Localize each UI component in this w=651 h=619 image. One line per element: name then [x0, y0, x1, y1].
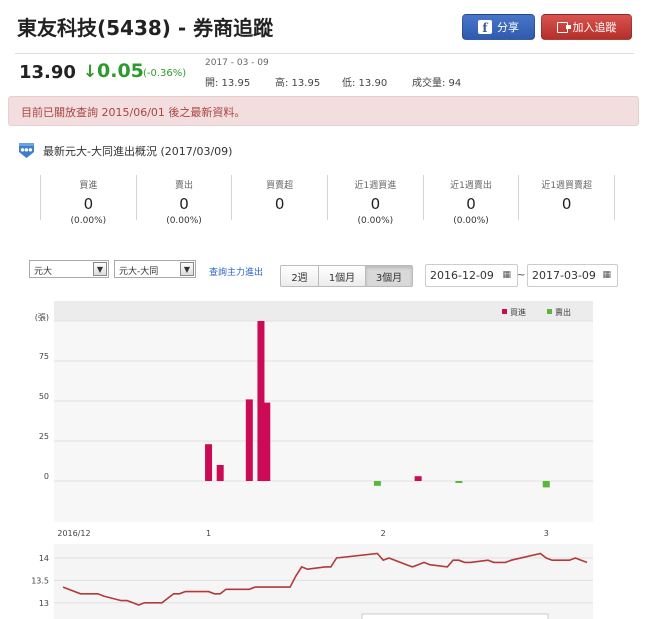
add-watch-icon — [556, 21, 571, 33]
stat-week-net: 近1週買賣超 0 — [518, 175, 616, 220]
page-title: 東友科技(5438) - 券商追蹤 — [17, 16, 274, 40]
bar-mark — [257, 321, 265, 481]
range-navigator-handle — [361, 613, 549, 619]
price-y-tick-label: 13.5 — [31, 576, 49, 585]
y-tick-label: 25 — [39, 432, 49, 441]
calendar-icon[interactable]: ▦ — [502, 270, 511, 280]
date-to-input[interactable]: 2017-03-09 ▦ — [527, 264, 618, 287]
branch-select-value: 元大-大同 — [119, 267, 159, 277]
facebook-icon: f — [478, 20, 492, 34]
bar-mark — [205, 444, 213, 481]
stat-value: 0 — [466, 195, 476, 213]
quote-date: 2017 - 03 - 09 — [205, 58, 269, 68]
section-title: 最新元大-大同進出概況 (2017/03/09) — [43, 145, 233, 158]
notice-text: 目前已關放查詢 2015/06/01 後之最新資料。 — [21, 106, 246, 119]
chevron-down-icon: ▼ — [180, 262, 194, 276]
range-2-weeks[interactable]: 2週 — [281, 266, 319, 286]
stat-percent: (0.00%) — [357, 216, 394, 226]
stat-value: 0 — [561, 195, 572, 213]
stock-price: 13.90 — [19, 62, 76, 83]
stat-sell: 賣出 0 (0.00%) — [135, 175, 232, 226]
range-tabs: 2週 1個月 3個月 — [280, 265, 413, 287]
stat-label: 近1週買進 — [354, 181, 397, 191]
stat-label: 賣出 — [175, 181, 194, 191]
x-tick-label: 1 — [206, 529, 211, 538]
y-tick-label: 50 — [39, 392, 49, 401]
bar-mark — [373, 481, 381, 486]
price-change-percent: (-0.36%) — [143, 68, 187, 79]
broker-badge-icon: ●●● — [19, 143, 34, 158]
price-y-tick-label: 13 — [39, 599, 49, 608]
x-tick-label: 3 — [544, 529, 549, 538]
stat-percent: (0.00%) — [453, 216, 489, 226]
share-label: 分享 — [497, 21, 519, 34]
stat-label: 近1週賣出 — [450, 181, 492, 191]
stat-week-sell: 近1週賣出 0 (0.00%) — [422, 175, 519, 226]
date-from-value: 2016-12-09 — [430, 269, 494, 282]
date-from-input[interactable]: 2016-12-09 ▦ — [425, 264, 518, 287]
volume: 成交量: 94 — [412, 78, 462, 89]
chart-legend-bar — [54, 301, 593, 321]
share-button[interactable]: f 分享 — [462, 14, 535, 40]
legend-label: 賣出 — [555, 307, 571, 317]
stat-value: 0 — [179, 195, 189, 213]
bar-mark — [414, 476, 422, 481]
legend-swatch — [502, 309, 507, 314]
query-main-force-link[interactable]: 查詢主力進出 — [209, 265, 263, 278]
bar-mark — [216, 465, 224, 481]
low-price: 低: 13.90 — [342, 78, 388, 89]
high-price: 高: 13.95 — [275, 78, 321, 89]
stats-summary: 買進 0 (0.00%) 賣出 0 (0.00%) 買賣超 0 近1週買進 0 … — [40, 175, 616, 226]
stat-label: 買進 — [79, 181, 98, 191]
stat-value: 0 — [370, 195, 381, 213]
stat-value: 0 — [274, 195, 285, 213]
stat-percent — [232, 216, 327, 227]
bar-mark — [263, 402, 271, 481]
range-1-month[interactable]: 1個月 — [319, 266, 366, 286]
add-tracking-label: 加入追蹤 — [572, 21, 617, 34]
range-3-months[interactable]: 3個月 — [366, 266, 412, 286]
stat-buy: 買進 0 (0.00%) — [40, 175, 136, 226]
stat-percent — [519, 216, 614, 227]
price-y-tick-label: 14 — [39, 554, 49, 563]
stat-percent: (0.00%) — [70, 216, 107, 226]
calendar-icon[interactable]: ▦ — [602, 270, 611, 280]
y-tick-label: 75 — [39, 352, 49, 361]
y-axis-unit-label: (張) — [35, 313, 49, 322]
legend-swatch — [547, 309, 552, 314]
legend-label: 買進 — [510, 308, 526, 317]
price-plot-area — [54, 544, 593, 619]
add-tracking-button[interactable]: 加入追蹤 — [541, 14, 632, 40]
svg-text:●●●: ●●● — [21, 148, 33, 153]
header-divider — [15, 53, 634, 54]
x-tick-label: 2 — [381, 529, 386, 538]
bar-mark — [455, 481, 463, 483]
stat-net: 買賣超 0 — [231, 175, 327, 220]
broker-select[interactable]: 元大 ▼ — [29, 260, 109, 278]
x-tick-label: 2016/12 — [57, 529, 90, 538]
chart-plot-area — [54, 321, 593, 522]
broker-select-value: 元大 — [34, 267, 53, 277]
chevron-down-icon: ▼ — [93, 262, 107, 276]
branch-select[interactable]: 元大-大同 ▼ — [114, 260, 196, 278]
date-separator: ~ — [517, 270, 526, 281]
stat-percent: (0.00%) — [166, 216, 202, 226]
y-tick-label: 0 — [44, 472, 49, 481]
stat-label: 買賣超 — [266, 181, 294, 191]
price-line — [62, 552, 588, 606]
bar-mark — [542, 481, 550, 488]
bar-mark — [245, 399, 253, 481]
down-arrow-icon: ↓ — [83, 62, 98, 82]
stat-week-buy: 近1週買進 0 (0.00%) — [327, 175, 423, 226]
stat-label: 近1週買賣超 — [541, 181, 593, 191]
price-change: 0.05 — [97, 60, 144, 82]
notice-alert: 目前已關放查詢 2015/06/01 後之最新資料。 — [8, 96, 639, 126]
stat-value: 0 — [83, 195, 94, 213]
date-to-value: 2017-03-09 — [532, 269, 596, 282]
open-price: 開: 13.95 — [205, 78, 251, 89]
broker-activity-chart: 0 25 50 75 (張) 買進 賣出 2016/12 1 2 3 13 13.5 14 — [31, 301, 593, 619]
